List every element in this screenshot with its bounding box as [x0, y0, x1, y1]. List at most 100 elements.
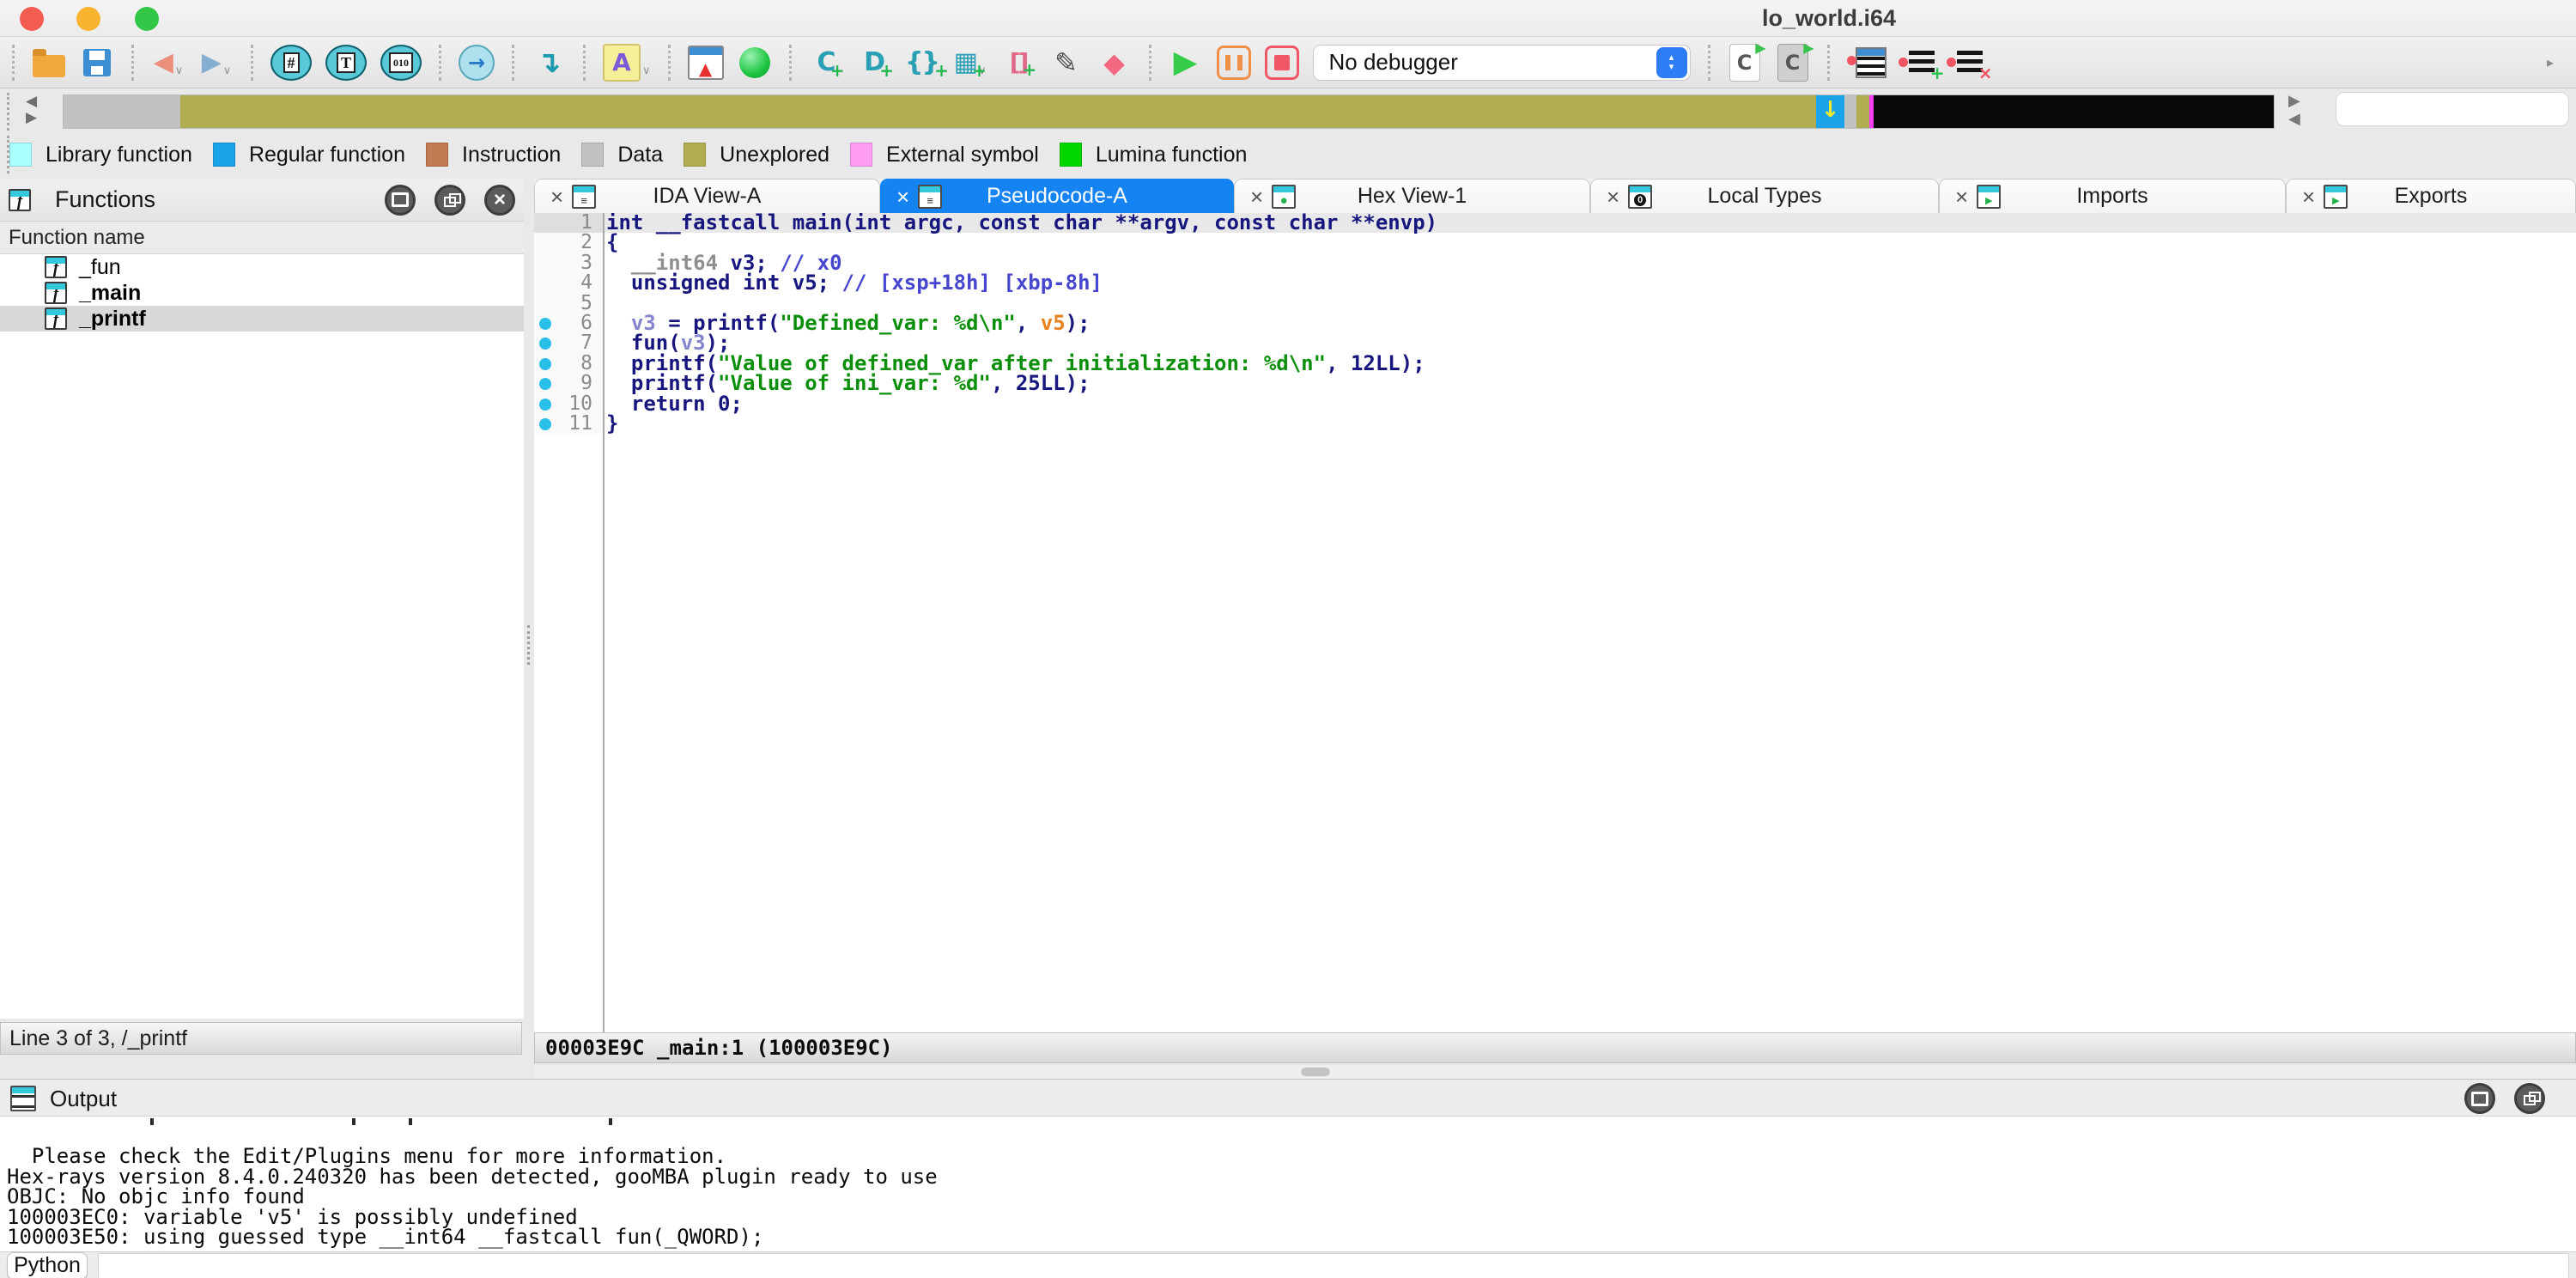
lumina-icon — [739, 47, 770, 78]
tab-close-icon[interactable]: × — [896, 186, 909, 208]
function-row[interactable]: f_main — [0, 280, 524, 306]
open-file-icon[interactable] — [32, 43, 66, 82]
code-line[interactable]: 6 v3 = printf("Defined_var: %d\n", v5); — [534, 313, 2576, 333]
data-segment[interactable] — [1844, 95, 1856, 128]
zoom-window-icon[interactable] — [135, 7, 159, 31]
tab-close-icon[interactable]: × — [1607, 186, 1619, 208]
minimize-window-icon[interactable] — [76, 7, 100, 31]
lumina-icon[interactable] — [738, 43, 772, 82]
maximize-button[interactable] — [385, 185, 416, 216]
legend-item: External symbol — [850, 143, 1039, 167]
unexplored-segment[interactable] — [1856, 95, 1869, 128]
restore-button[interactable] — [2514, 1083, 2545, 1114]
navigation-band[interactable]: ↓ — [63, 94, 2275, 129]
legend-item: Data — [581, 143, 663, 167]
code-text: } — [603, 414, 618, 434]
line-number: 5 — [534, 294, 592, 313]
tab-imports[interactable]: ×▸Imports — [1939, 179, 2286, 213]
debugger-select[interactable]: No debugger▴▾ — [1313, 45, 1691, 81]
debugger-run-icon[interactable]: ▶ — [1169, 43, 1203, 82]
line-number: 3 — [534, 253, 592, 273]
nav-left-icon[interactable]: ◀ — [26, 93, 37, 109]
functions-panel: f Functions × Function name f_funf_mainf… — [0, 179, 524, 1048]
regular-function-segment[interactable]: ↓ — [1816, 95, 1844, 128]
breakpoint-icon[interactable]: ◆ — [1097, 43, 1132, 82]
debugger-pause-icon — [1217, 46, 1251, 80]
breakpoint-add-icon[interactable] — [1900, 43, 1935, 82]
scrollbar-handle[interactable] — [1301, 1068, 1330, 1076]
navband-search-box[interactable] — [2336, 92, 2569, 126]
code-line[interactable]: 11} — [534, 414, 2576, 434]
add-graph-icon[interactable]: ▦∨ — [953, 43, 987, 82]
code-line[interactable]: 9 printf("Value of ini_var: %d", 25LL); — [534, 374, 2576, 393]
add-segment-icon[interactable]: [] — [1001, 43, 1036, 82]
nav-right-icon[interactable]: ▶ — [2288, 92, 2300, 110]
close-button[interactable]: × — [484, 185, 515, 216]
tab-close-icon[interactable]: × — [2302, 186, 2315, 208]
jump-address-icon[interactable]: → — [459, 43, 495, 82]
unexplored-segment[interactable] — [180, 95, 1816, 128]
toolbar-separator — [1708, 45, 1710, 81]
nav-left-icon[interactable]: ◀ — [2288, 110, 2300, 128]
code-line[interactable]: 1int __fastcall main(int argc, const cha… — [534, 213, 2576, 233]
data-text-icon[interactable]: T — [325, 43, 367, 82]
tab-pseudocode-a[interactable]: ×≡Pseudocode-A — [880, 179, 1234, 213]
tab-close-icon[interactable]: × — [550, 186, 563, 208]
tab-close-icon[interactable]: × — [1955, 186, 1968, 208]
nav-back-icon[interactable]: ◀∨ — [151, 43, 185, 82]
nav-forward-icon[interactable]: ▶∨ — [199, 43, 234, 82]
restore-button[interactable] — [434, 185, 465, 216]
function-name: _main — [79, 281, 141, 306]
data-segment[interactable] — [64, 95, 180, 128]
legend-swatch — [9, 143, 32, 167]
function-row[interactable]: f_printf — [0, 306, 524, 332]
close-window-icon[interactable] — [20, 7, 44, 31]
save-file-icon[interactable] — [80, 43, 114, 82]
maximize-button[interactable] — [2464, 1083, 2495, 1114]
add-comment-icon[interactable]: C — [809, 43, 843, 82]
toolbar-overflow-icon[interactable]: ▸ — [2533, 43, 2567, 82]
legend-swatch — [426, 143, 448, 167]
jump-next-icon[interactable]: ↴ — [532, 43, 566, 82]
tab-ida-view-a[interactable]: ×≡IDA View-A — [534, 179, 880, 213]
output-log[interactable]: Please check the Edit/Plugins menu for m… — [0, 1116, 2576, 1252]
dark-segment[interactable] — [1874, 95, 2274, 128]
horizontal-scrollbar[interactable] — [534, 1065, 2576, 1079]
data-number-icon[interactable]: # — [270, 43, 312, 82]
code-line[interactable]: 10 return 0; — [534, 394, 2576, 414]
graph-overview-icon[interactable]: ▲ — [688, 43, 724, 82]
function-name-column-header[interactable]: Function name — [0, 222, 524, 254]
title-bar: lo_world.i64 — [0, 0, 2576, 37]
toolbar-drag-handle[interactable] — [7, 93, 9, 131]
pseudocode-view-icon[interactable]: C — [1776, 43, 1810, 82]
debugger-pause-icon[interactable] — [1217, 43, 1251, 82]
code-line[interactable]: 4 unsigned int v5; // [xsp+18h] [xbp-8h] — [534, 273, 2576, 293]
functions-list: f_funf_mainf_printf — [0, 254, 525, 1019]
code-text: return 0; — [603, 394, 743, 414]
line-number: 4 — [534, 273, 592, 293]
legend-item: Regular function — [213, 143, 405, 167]
debugger-stop-icon[interactable] — [1265, 43, 1299, 82]
cli-input[interactable] — [98, 1253, 2569, 1278]
tab-local-types[interactable]: ×0Local Types — [1590, 179, 1939, 213]
navband-scroll-right[interactable]: ▶◀ — [2288, 92, 2300, 128]
add-data-icon[interactable]: D — [857, 43, 891, 82]
tab-hex-view-1[interactable]: ×●Hex View-1 — [1234, 179, 1590, 213]
function-row[interactable]: f_fun — [0, 254, 524, 280]
navigation-band-row: ◀▶ ↓ ▶◀ — [0, 89, 2576, 132]
breakpoint-delete-icon[interactable] — [1948, 43, 1983, 82]
navband-scroll-left[interactable]: ◀▶ — [26, 93, 37, 125]
edit-pencil-icon[interactable]: ✎ — [1049, 43, 1084, 82]
data-binary-icon[interactable]: 010 — [380, 43, 422, 82]
pseudocode-view[interactable]: 1int __fastcall main(int argc, const cha… — [534, 213, 2576, 1032]
tab-exports[interactable]: ×▸Exports — [2286, 179, 2576, 213]
breakpoint-list-icon[interactable] — [1847, 43, 1886, 82]
nav-right-icon[interactable]: ▶ — [26, 109, 37, 125]
main-toolbar: ◀∨▶∨#T010→↴A∨▲CD{}▦∨[]✎◆▶No debugger▴▾CC… — [0, 37, 2576, 88]
cli-language-button[interactable]: Python — [7, 1252, 88, 1278]
tab-close-icon[interactable]: × — [1250, 186, 1263, 208]
quick-pseudocode-icon[interactable]: C — [1728, 43, 1762, 82]
set-color-icon[interactable]: A∨ — [603, 43, 651, 82]
panel-splitter[interactable] — [524, 179, 534, 1079]
add-struct-icon[interactable]: {} — [905, 43, 939, 82]
